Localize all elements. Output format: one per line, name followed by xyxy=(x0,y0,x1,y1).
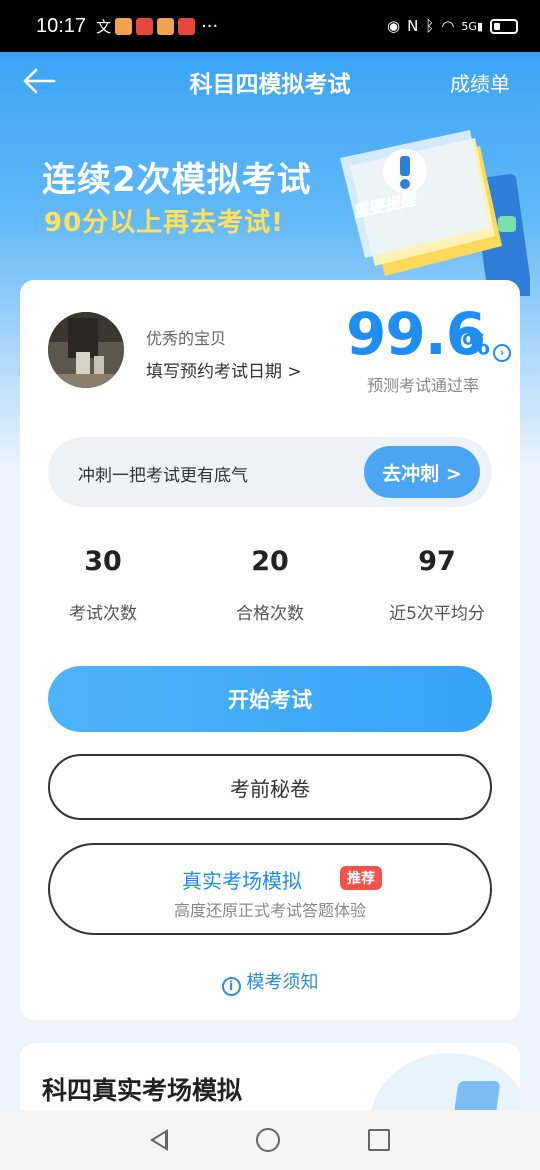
top-nav: 科目四模拟考试 成绩单 xyxy=(0,52,540,112)
stat-value: 20 xyxy=(251,546,289,577)
sprint-button[interactable]: 去冲刺 > xyxy=(364,446,480,498)
promo-headline: 连续2次模拟考试 xyxy=(42,160,312,200)
more-notifications-icon: ··· xyxy=(201,15,219,37)
chevron-right-icon[interactable]: › xyxy=(493,344,511,362)
stat-value: 30 xyxy=(84,546,122,577)
pass-rate-unit: % xyxy=(462,328,491,361)
sprint-text: 冲刺一把考试更有底气 xyxy=(78,466,248,486)
signal-icon: 5G▮ xyxy=(461,19,483,33)
pass-rate-label: 预测考试通过率 xyxy=(367,376,480,395)
real-sim-subtitle: 高度还原正式考试答题体验 xyxy=(173,901,366,920)
promo-subheadline: 90分以上再去考试! xyxy=(44,208,285,238)
system-status-icons: ◉ N ᛒ ◠ 5G▮ xyxy=(387,17,518,35)
start-exam-button[interactable]: 开始考试 xyxy=(48,666,492,732)
stat-average-score: 97 近5次平均分 xyxy=(367,546,507,624)
app-notification-icon xyxy=(115,17,133,35)
arrow-left-icon[interactable] xyxy=(22,66,56,96)
section-title: 科四真实考场模拟 xyxy=(42,1076,243,1105)
stat-label: 近5次平均分 xyxy=(389,604,485,624)
notice-label: 模考须知 xyxy=(246,972,319,993)
nav-back-icon[interactable] xyxy=(150,1129,168,1151)
app-notification-icon xyxy=(157,17,175,35)
sprint-banner: 冲刺一把考试更有底气 去冲刺 > xyxy=(48,437,492,507)
wifi-icon: ◠ xyxy=(441,17,455,35)
bluetooth-icon: ᛒ xyxy=(425,17,435,35)
stat-pass-count: 20 合格次数 xyxy=(200,546,340,624)
info-icon: i xyxy=(221,977,241,996)
real-exam-simulation-button[interactable]: 真实考场模拟 推荐 高度还原正式考试答题体验 xyxy=(48,843,492,935)
translate-icon: 文 xyxy=(96,17,112,36)
app-notification-icon xyxy=(178,17,196,35)
exam-card: 优秀的宝贝 填写预约考试日期 > 99.6 % › 预测考试通过率 冲刺一把考试… xyxy=(20,280,520,1020)
status-time: 10:17 xyxy=(36,14,87,37)
nfc-icon: N xyxy=(407,17,419,35)
stat-value: 97 xyxy=(418,546,456,577)
status-bar: 10:17 文 ··· ◉ N ᛒ ◠ 5G▮ xyxy=(0,0,540,52)
score-report-link[interactable]: 成绩单 xyxy=(450,68,510,97)
avatar[interactable] xyxy=(48,312,124,388)
exam-date-link[interactable]: 填写预约考试日期 > xyxy=(146,357,302,382)
system-nav-bar xyxy=(0,1110,540,1170)
nav-recent-apps-icon[interactable] xyxy=(368,1129,390,1151)
secret-paper-button[interactable]: 考前秘卷 xyxy=(48,754,492,820)
recommend-badge: 推荐 xyxy=(340,866,382,890)
eye-icon: ◉ xyxy=(386,17,401,35)
battery-icon xyxy=(490,18,518,34)
stat-label: 合格次数 xyxy=(236,604,304,624)
notification-icons: 文 xyxy=(96,16,196,37)
app-notification-icon xyxy=(136,17,154,35)
avatar-photo xyxy=(48,312,124,388)
stat-exam-count: 30 考试次数 xyxy=(33,546,173,624)
user-name: 优秀的宝贝 xyxy=(146,329,227,348)
nav-home-icon[interactable] xyxy=(256,1128,280,1152)
exam-notice-link[interactable]: i 模考须知 xyxy=(20,968,520,996)
real-sim-title: 真实考场模拟 xyxy=(182,869,302,893)
stat-label: 考试次数 xyxy=(69,604,137,624)
